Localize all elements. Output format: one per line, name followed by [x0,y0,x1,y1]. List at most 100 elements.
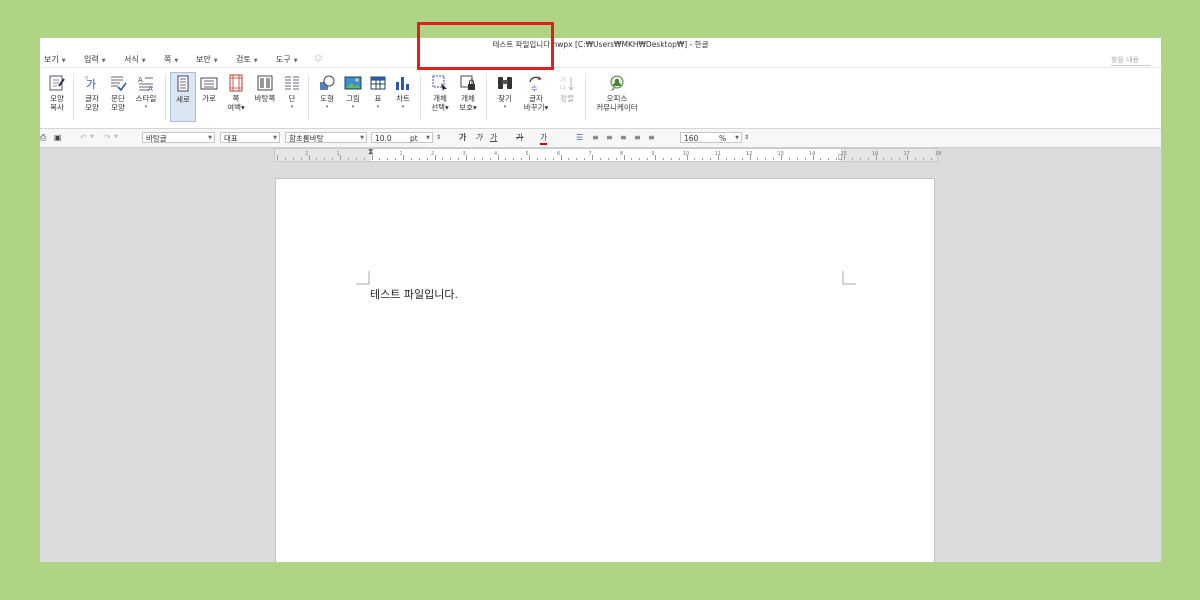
ruler-tick [749,155,751,160]
page-margin-label: 쪽 [232,94,240,103]
zoom-select[interactable]: 160 % ▼ [680,132,742,143]
sort-button[interactable]: 가나 정렬 [555,74,579,103]
zoom-stepper-icon[interactable]: ⇕ [744,132,749,143]
italic-button[interactable]: 가 [475,132,482,143]
underline-button[interactable]: 가 [490,132,497,143]
document-page[interactable]: 테스트 파일입니다. [275,178,935,562]
picture-button[interactable]: 그림 ▾ [341,74,365,112]
office-communicator-button[interactable]: 오피스 커뮤니케이터 [592,74,642,112]
columns-button[interactable]: 단 ▾ [281,74,303,112]
chart-icon [396,77,409,90]
zoom-value: 160 [684,134,699,143]
chevron-down-icon: ▼ [273,135,277,141]
align-right-icon[interactable]: ≡ [620,132,627,143]
menu-view[interactable]: 보기 ▼ [44,54,66,65]
menu-page[interactable]: 쪽 ▼ [164,54,178,65]
table-button[interactable]: 표 ▾ [367,74,389,112]
font-size-value: 10.0 [375,134,392,143]
bold-button[interactable]: 가 [459,132,466,143]
chevron-down-icon: ▼ [61,58,66,64]
ruler-tick [544,158,546,160]
ruler-tick [387,158,389,160]
ruler-tick [891,158,893,160]
size-stepper-icon[interactable]: ⇕ [436,132,441,143]
chevron-down-icon[interactable]: ▼ [90,132,94,143]
ruler-tick [662,158,664,160]
language-select[interactable]: 대표 ▼ [220,132,280,143]
save-icon[interactable]: ▣ [54,132,62,143]
landscape-button[interactable]: 가로 [197,74,221,103]
object-select-button[interactable]: 개체 선택▾ [427,74,453,112]
print-icon[interactable]: ⎙ [40,132,46,143]
chevron-down-icon: ▼ [101,58,106,64]
object-protect-label2: 보호▾ [459,103,477,112]
chevron-down-icon: ▾ [144,104,148,110]
menu-format[interactable]: 서식 ▼ [124,54,146,65]
align-justify-icon[interactable]: ☰ [576,132,583,143]
ruler-tick [725,158,727,160]
ruler-tick [497,155,499,160]
background-page-label: 바탕쪽 [254,94,276,103]
menu-tools[interactable]: 도구 ▼ [276,54,298,65]
menu-tools-label: 도구 [276,55,291,64]
ruler-tick [418,158,420,160]
style-button[interactable]: AA 스타일 ▾ [132,74,160,112]
replace-char-button[interactable]: 수 * 글자 바꾸기▾ [521,74,551,112]
para-shape-button[interactable]: 문단 모양 [106,74,130,112]
font-size-input[interactable]: 10.0 pt ▼ [371,132,433,143]
style-label: 스타일 [135,94,157,103]
shape-copy-label: 모양 [50,94,64,103]
chart-label: 차트 [396,94,410,103]
background-page-button[interactable]: 바탕쪽 [252,74,278,103]
char-shape-button[interactable]: 가가 글자 모양 [80,74,104,112]
portrait-label: 세로 [176,95,190,104]
document-body-text[interactable]: 테스트 파일입니다. [370,286,458,302]
ruler-tick [741,158,743,160]
chevron-down-icon: ▼ [293,58,298,64]
ruler-tick [670,158,672,160]
ruler-tick [899,158,901,160]
chart-button[interactable]: 차트 ▾ [391,74,415,112]
shapes-button[interactable]: 도형 ▾ [315,74,339,112]
horizontal-ruler[interactable]: 2 1 1 2 3 4 5 6 7 8 9 10 11 12 13 14 15 16 17 18 ⧗ ▯ [274,147,941,162]
ruler-tick [568,158,570,160]
style-icon: AA [138,76,153,92]
menu-insert[interactable]: 입력 ▼ [84,54,106,65]
style-select[interactable]: 바탕글 ▼ [142,132,215,143]
menu-security[interactable]: 보안 ▼ [196,54,218,65]
object-protect-button[interactable]: 개체 보호▾ [455,74,481,112]
help-search-input[interactable]: 찾을 내용 [1111,55,1151,66]
chevron-down-icon: ▾ [401,104,405,110]
indent-marker[interactable]: ⧗ [368,147,374,157]
strikethrough-button[interactable]: 가 [516,132,523,143]
ruler-tick [363,158,365,160]
page-margin-button[interactable]: 쪽 여백▾ [223,74,249,112]
ruler-tick [718,155,719,160]
ruler-tick [647,158,649,160]
font-select[interactable]: 함초롬바탕 ▼ [285,132,367,143]
table-icon [370,76,386,90]
chevron-down-icon[interactable]: ▼ [114,132,118,143]
undo-icon[interactable]: ↶ [80,132,87,143]
svg-text:가: 가 [560,76,566,84]
align-center-icon[interactable]: ≡ [606,132,613,143]
ruler-tick [655,155,656,160]
help-icon[interactable]: ☺ [314,54,322,63]
right-indent-marker[interactable]: ▯ [838,152,842,161]
portrait-button[interactable]: 세로 [170,72,196,122]
ruler-tick [521,158,523,160]
ruler-tick [781,155,782,160]
menu-review[interactable]: 검토 ▼ [236,54,258,65]
chevron-down-icon: ▼ [213,58,218,64]
picture-label: 그림 [346,94,360,103]
object-select-icon [432,75,447,91]
font-color-button[interactable]: 가 [540,132,548,145]
redo-icon[interactable]: ↷ [104,132,111,143]
align-distribute-icon[interactable]: ≡ [634,132,641,143]
menu-view-label: 보기 [44,55,59,64]
ruler-tick [702,158,704,160]
align-divide-icon[interactable]: ≡ [648,132,655,143]
shape-copy-button[interactable]: 모양 복사 [44,74,70,112]
find-button[interactable]: 찾기 ▾ [493,74,517,112]
align-left-icon[interactable]: ≡ [592,132,599,143]
